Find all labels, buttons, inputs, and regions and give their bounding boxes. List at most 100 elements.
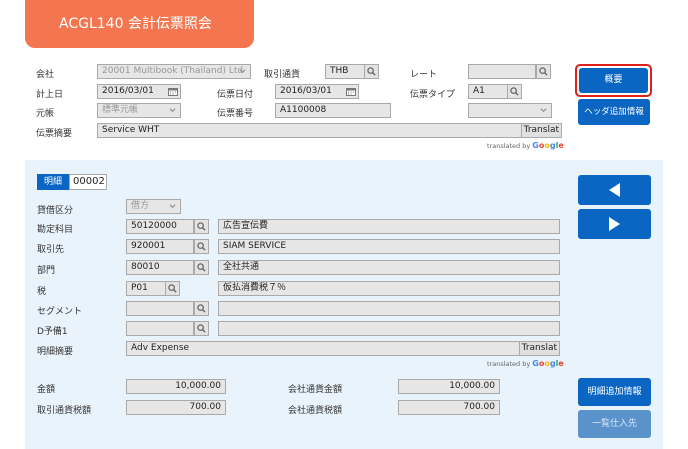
next-line-button[interactable] [578, 209, 651, 239]
d-reserve-code-field[interactable] [126, 321, 194, 336]
company-tax-label: 会社通貨税額 [288, 406, 343, 416]
posting-date-label: 計上日 [36, 90, 64, 100]
extra-select[interactable] [468, 103, 552, 118]
translate-button[interactable]: Translat [520, 124, 561, 137]
translated-by-google: translated by Google [487, 141, 564, 150]
tax-search-button[interactable] [165, 281, 180, 296]
rate-field[interactable] [468, 64, 536, 79]
company-label: 会社 [36, 70, 55, 80]
currency-field[interactable]: THB [325, 64, 365, 79]
account-label: 勘定科目 [37, 225, 74, 235]
search-icon [367, 67, 376, 76]
translated-by-text: translated by [487, 142, 531, 150]
company-tax-field: 700.00 [398, 400, 500, 415]
partner-name-field: SIAM SERVICE [218, 239, 560, 254]
dept-label: 部門 [37, 266, 56, 276]
segment-name-field [218, 301, 560, 316]
google-logo: Google [532, 359, 564, 368]
account-code-field[interactable]: 50120000 [126, 219, 194, 234]
search-icon [197, 324, 206, 333]
search-icon [197, 242, 206, 251]
dept-search-button[interactable] [194, 260, 209, 275]
slip-date-label: 伝票日付 [217, 90, 254, 100]
dept-name-field: 全社共通 [218, 260, 560, 275]
slip-date-value: 2016/03/01 [280, 86, 332, 96]
line-extra-info-button[interactable]: 明細追加情報 [578, 378, 651, 406]
d-reserve-name-field [218, 321, 560, 336]
company-value: 20001 Multibook (Thailand) Ltd [102, 66, 244, 76]
triangle-right-icon [609, 217, 620, 231]
segment-label: セグメント [37, 307, 83, 317]
amount-field: 10,000.00 [126, 379, 226, 394]
line-summary-field[interactable]: Adv Expense Translat [126, 341, 560, 356]
company-amount-label: 会社通貨金額 [288, 385, 343, 395]
search-icon [539, 67, 548, 76]
slip-type-field[interactable]: A1 [468, 84, 508, 99]
company-select[interactable]: 20001 Multibook (Thailand) Ltd [97, 64, 251, 79]
supplier-list-button[interactable]: 一覧仕入先 [578, 410, 651, 438]
translated-by-text: translated by [487, 360, 531, 368]
triangle-left-icon [609, 183, 620, 197]
account-search-button[interactable] [194, 219, 209, 234]
line-number: 00002 [69, 174, 107, 190]
slip-type-label: 伝票タイプ [410, 90, 456, 100]
google-logo: Google [532, 141, 564, 150]
tax-label: 税 [37, 287, 47, 297]
calendar-icon[interactable] [344, 85, 358, 98]
summary-value: Service WHT [102, 125, 160, 135]
account-name-field: 広告宣伝費 [218, 219, 560, 234]
line-label: 明細 [37, 174, 69, 190]
chevron-down-icon [169, 108, 176, 113]
partner-code-field[interactable]: 920001 [126, 239, 194, 254]
currency-label: 取引通貨 [264, 70, 301, 80]
ledger-select[interactable]: 標準元帳 [97, 103, 181, 118]
partner-search-button[interactable] [194, 239, 209, 254]
tax-name-field: 仮払消費税７％ [218, 281, 560, 296]
slip-no-field[interactable]: A1100008 [275, 103, 391, 118]
rate-search-button[interactable] [536, 64, 551, 79]
line-summary-value: Adv Expense [131, 343, 190, 353]
line-translated-by-google: translated by Google [487, 359, 564, 368]
dc-select[interactable]: 借方 [126, 199, 181, 214]
chevron-down-icon [169, 204, 176, 209]
search-icon [197, 222, 206, 231]
overview-button-focus: 概要 [575, 64, 652, 97]
partner-label: 取引先 [37, 245, 65, 255]
currency-search-button[interactable] [364, 64, 379, 79]
amount-label: 金額 [37, 385, 56, 395]
ledger-value: 標準元帳 [102, 105, 139, 115]
slip-date-field[interactable]: 2016/03/01 [275, 84, 359, 99]
overview-button[interactable]: 概要 [579, 68, 648, 93]
rate-label: レート [410, 70, 438, 80]
search-icon [510, 87, 519, 96]
line-summary-label: 明細摘要 [37, 347, 74, 357]
chevron-down-icon [540, 108, 547, 113]
slip-type-search-button[interactable] [507, 84, 522, 99]
d-reserve-label: D予備1 [37, 327, 68, 337]
search-icon [168, 284, 177, 293]
ledger-label: 元帳 [36, 109, 55, 119]
segment-code-field[interactable] [126, 301, 194, 316]
slip-no-label: 伝票番号 [217, 109, 254, 119]
posting-date-field[interactable]: 2016/03/01 [97, 84, 181, 99]
calendar-icon[interactable] [166, 85, 180, 98]
prev-line-button[interactable] [578, 175, 651, 205]
d-reserve-search-button[interactable] [194, 321, 209, 336]
summary-label: 伝票摘要 [36, 129, 73, 139]
dc-value: 借方 [131, 201, 150, 211]
header-extra-info-button[interactable]: ヘッダ追加情報 [578, 99, 650, 125]
company-amount-field: 10,000.00 [398, 379, 500, 394]
chevron-down-icon [239, 69, 246, 74]
tx-tax-label: 取引通貨税額 [37, 406, 92, 416]
page-title: ACGL140 会計伝票照会 [25, 0, 254, 48]
tax-code-field[interactable]: P01 [126, 281, 166, 296]
summary-field[interactable]: Service WHT Translat [97, 123, 562, 138]
tx-tax-field: 700.00 [126, 400, 226, 415]
segment-search-button[interactable] [194, 301, 209, 316]
dept-code-field[interactable]: 80010 [126, 260, 194, 275]
dc-label: 貸借区分 [37, 206, 74, 216]
line-translate-button[interactable]: Translat [518, 342, 559, 355]
search-icon [197, 304, 206, 313]
posting-date-value: 2016/03/01 [102, 86, 154, 96]
search-icon [197, 263, 206, 272]
